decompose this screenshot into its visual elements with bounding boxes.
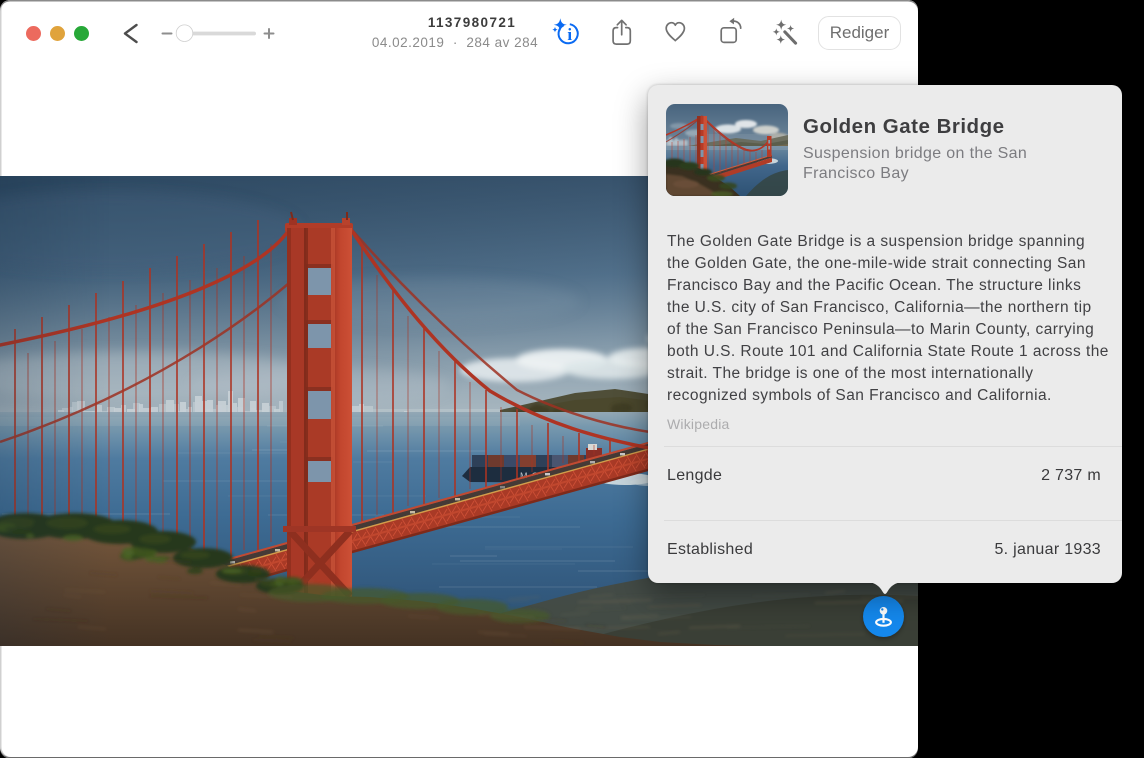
svg-text:i: i bbox=[567, 25, 572, 44]
